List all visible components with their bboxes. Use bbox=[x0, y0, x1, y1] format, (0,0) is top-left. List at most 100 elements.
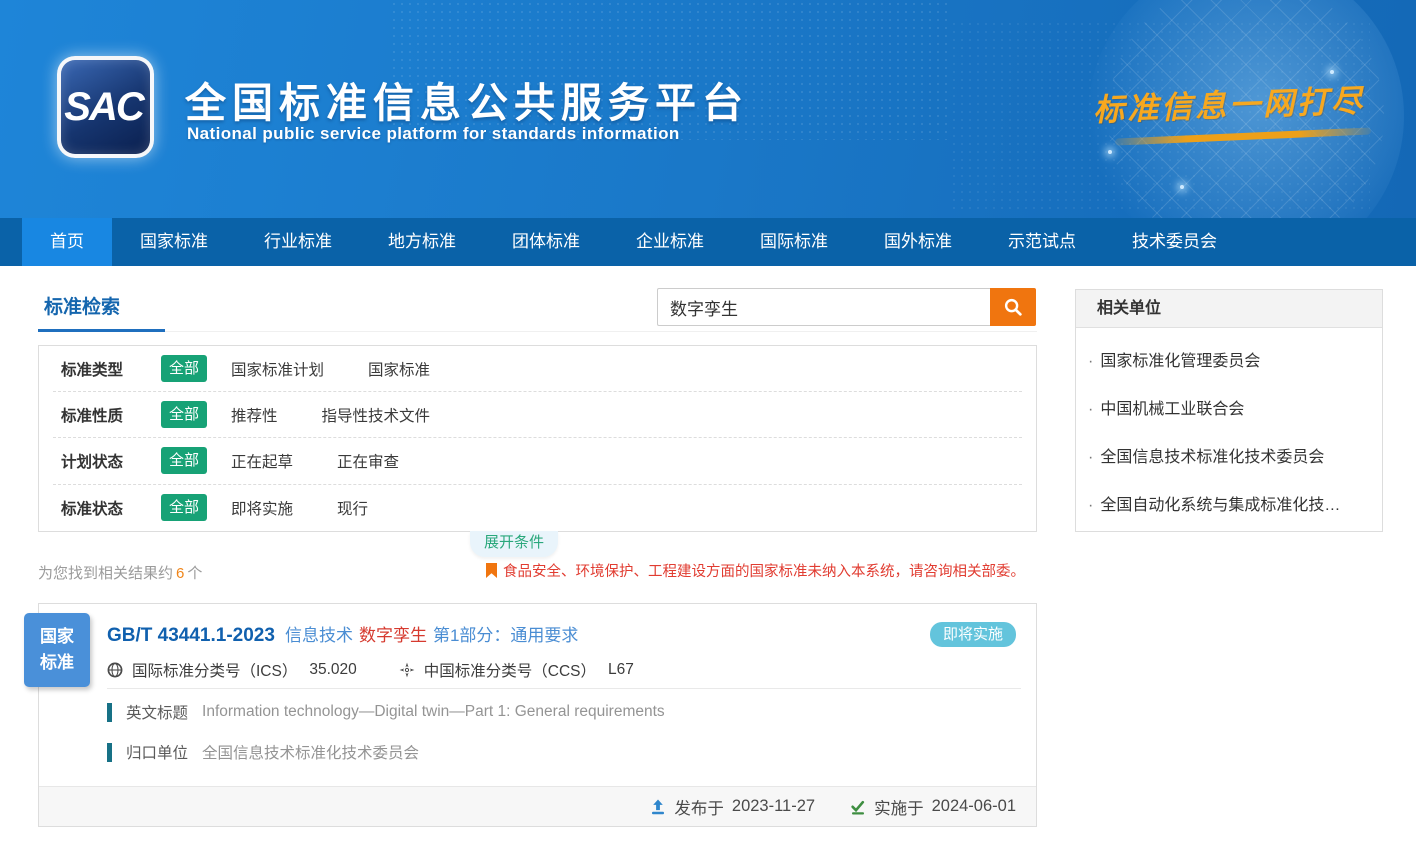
filter-option[interactable]: 指导性技术文件 bbox=[322, 404, 431, 426]
standard-result-card: 国家 标准 GB/T 43441.1-2023信息技术数字孪生第1部分：通用要求… bbox=[38, 603, 1037, 827]
related-units-panel: 相关单位 国家标准化管理委员会 中国机械工业联合会 全国信息技术标准化技术委员会… bbox=[1075, 289, 1383, 532]
filter-label: 标准类型 bbox=[61, 358, 161, 380]
ccs-group: 中国标准分类号（CCS） L67 bbox=[399, 659, 634, 681]
filter-options: 正在起草 正在审查 bbox=[231, 450, 443, 472]
filter-option[interactable]: 推荐性 bbox=[231, 404, 278, 426]
sparkle-decoration bbox=[1108, 150, 1112, 154]
badge-line2: 标准 bbox=[24, 650, 90, 676]
globe-icon bbox=[107, 662, 123, 678]
filter-row: 标准性质 全部 推荐性 指导性技术文件 bbox=[53, 392, 1022, 438]
ics-value: 35.020 bbox=[309, 661, 356, 679]
nav-list: 首页 国家标准 行业标准 地方标准 团体标准 企业标准 国际标准 国外标准 示范… bbox=[22, 218, 1416, 266]
filter-option[interactable]: 国家标准 bbox=[368, 358, 430, 380]
nav-item[interactable]: 示范试点 bbox=[980, 218, 1104, 266]
teal-marker-bar bbox=[107, 703, 112, 722]
results-count-number: 6 bbox=[176, 565, 184, 582]
standard-title-part1[interactable]: 信息技术 bbox=[285, 626, 353, 645]
header-slogan: 标准信息一网打尽 bbox=[1092, 75, 1365, 129]
filter-label: 标准性质 bbox=[61, 404, 161, 426]
filter-all-button[interactable]: 全部 bbox=[161, 447, 207, 474]
badge-line1: 国家 bbox=[24, 624, 90, 650]
filter-option[interactable]: 正在起草 bbox=[231, 450, 293, 472]
nav-item[interactable]: 企业标准 bbox=[608, 218, 732, 266]
related-unit-link[interactable]: 全国信息技术标准化技术委员会 bbox=[1076, 434, 1382, 482]
published-label: 发布于 bbox=[674, 795, 724, 819]
filter-all-button[interactable]: 全部 bbox=[161, 401, 207, 428]
main-nav: 首页 国家标准 行业标准 地方标准 团体标准 企业标准 国际标准 国外标准 示范… bbox=[0, 218, 1416, 266]
compass-icon bbox=[399, 662, 415, 678]
teal-marker-bar bbox=[107, 743, 112, 762]
related-unit-link[interactable]: 中国机械工业联合会 bbox=[1076, 386, 1382, 434]
filter-option[interactable]: 现行 bbox=[337, 497, 368, 519]
site-subtitle: National public service platform for sta… bbox=[187, 124, 680, 144]
system-notice: 食品安全、环境保护、工程建设方面的国家标准未纳入本系统，请咨询相关部委。 bbox=[486, 560, 1025, 581]
filter-row: 计划状态 全部 正在起草 正在审查 bbox=[53, 438, 1022, 484]
filter-panel: 标准类型 全部 国家标准计划 国家标准 标准性质 全部 推荐性 bbox=[38, 345, 1037, 532]
ccs-label: 中国标准分类号（CCS） bbox=[424, 659, 596, 681]
filter-label: 标准状态 bbox=[61, 497, 161, 519]
department-label: 归口单位 bbox=[126, 741, 188, 763]
filter-row: 标准类型 全部 国家标准计划 国家标准 bbox=[53, 346, 1022, 392]
standard-title-part2[interactable]: 第1部分：通用要求 bbox=[433, 626, 578, 645]
classification-row: 国际标准分类号（ICS） 35.020 中国标准分类号（CCS） bbox=[107, 659, 634, 681]
filter-options: 国家标准计划 国家标准 bbox=[231, 358, 474, 380]
sac-logo-text: SAC bbox=[64, 85, 142, 130]
nav-item[interactable]: 团体标准 bbox=[484, 218, 608, 266]
standard-type-badge: 国家 标准 bbox=[24, 613, 90, 687]
results-count-suffix: 个 bbox=[187, 565, 202, 582]
nav-item[interactable]: 国家标准 bbox=[112, 218, 236, 266]
sparkle-decoration bbox=[1330, 70, 1334, 74]
nav-item[interactable]: 技术委员会 bbox=[1104, 218, 1245, 266]
sac-logo[interactable]: SAC bbox=[57, 56, 154, 158]
ics-label: 国际标准分类号（ICS） bbox=[132, 659, 297, 681]
results-count-prefix: 为您找到相关结果约 bbox=[38, 565, 173, 582]
published-date-group: 发布于 2023-11-27 bbox=[649, 795, 815, 819]
implemented-date: 2024-06-01 bbox=[932, 797, 1016, 816]
card-footer: 发布于 2023-11-27 实施于 2024-06-01 bbox=[39, 786, 1036, 826]
implemented-date-group: 实施于 2024-06-01 bbox=[849, 795, 1016, 819]
search-icon bbox=[1002, 296, 1024, 318]
section-title-underline bbox=[38, 329, 165, 332]
section-title-standard-search: 标准检索 bbox=[44, 292, 120, 319]
implement-check-icon bbox=[849, 798, 867, 816]
publish-upload-icon bbox=[649, 798, 667, 816]
page: SAC 全国标准信息公共服务平台 National public service… bbox=[0, 0, 1416, 845]
filter-all-button[interactable]: 全部 bbox=[161, 355, 207, 382]
card-divider bbox=[107, 688, 1021, 689]
related-units-list: 国家标准化管理委员会 中国机械工业联合会 全国信息技术标准化技术委员会 全国自动… bbox=[1076, 328, 1382, 530]
bookmark-icon bbox=[486, 563, 497, 578]
nav-item[interactable]: 国外标准 bbox=[856, 218, 980, 266]
filter-row: 标准状态 全部 即将实施 现行 bbox=[53, 485, 1022, 531]
standard-title-link[interactable]: GB/T 43441.1-2023 信息技术数字孪生第1部分：通用要求 bbox=[107, 621, 578, 647]
status-badge: 即将实施 bbox=[930, 622, 1016, 647]
site-title: 全国标准信息公共服务平台 bbox=[185, 69, 749, 129]
ccs-value: L67 bbox=[608, 661, 634, 679]
standard-title-highlight[interactable]: 数字孪生 bbox=[359, 626, 427, 645]
nav-item[interactable]: 国际标准 bbox=[732, 218, 856, 266]
standard-code[interactable]: GB/T 43441.1-2023 bbox=[107, 625, 275, 646]
related-unit-link[interactable]: 国家标准化管理委员会 bbox=[1076, 338, 1382, 386]
sparkle-decoration bbox=[1180, 185, 1184, 189]
implemented-label: 实施于 bbox=[874, 795, 924, 819]
filter-all-button[interactable]: 全部 bbox=[161, 494, 207, 521]
filter-option[interactable]: 正在审查 bbox=[337, 450, 399, 472]
filter-option[interactable]: 即将实施 bbox=[231, 497, 293, 519]
section-hairline bbox=[165, 331, 1037, 332]
notice-text: 食品安全、环境保护、工程建设方面的国家标准未纳入本系统，请咨询相关部委。 bbox=[503, 560, 1025, 581]
filter-option[interactable]: 国家标准计划 bbox=[231, 358, 324, 380]
site-header: SAC 全国标准信息公共服务平台 National public service… bbox=[0, 0, 1416, 218]
search-input[interactable] bbox=[657, 288, 990, 326]
nav-item[interactable]: 地方标准 bbox=[360, 218, 484, 266]
published-date: 2023-11-27 bbox=[732, 797, 815, 816]
related-units-title: 相关单位 bbox=[1076, 290, 1382, 328]
filter-label: 计划状态 bbox=[61, 450, 161, 472]
english-title-row: 英文标题 Information technology—Digital twin… bbox=[107, 701, 665, 723]
department-row: 归口单位 全国信息技术标准化技术委员会 bbox=[107, 741, 419, 763]
search-button[interactable] bbox=[990, 288, 1036, 326]
nav-item[interactable]: 行业标准 bbox=[236, 218, 360, 266]
related-unit-link[interactable]: 全国自动化系统与集成标准化技… bbox=[1076, 482, 1382, 530]
english-title-label: 英文标题 bbox=[126, 701, 188, 723]
department-value: 全国信息技术标准化技术委员会 bbox=[202, 741, 419, 763]
expand-conditions-button[interactable]: 展开条件 bbox=[470, 531, 558, 557]
nav-item[interactable]: 首页 bbox=[22, 218, 112, 266]
